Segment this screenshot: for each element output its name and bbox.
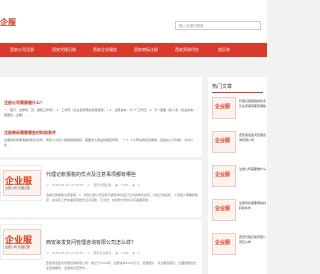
article-comments: 0: [137, 251, 140, 255]
article-category[interactable]: 西安企业服务: [93, 251, 111, 255]
sidebar: 热门文章 企业服 代理记账报税的优点及注意事项都有哪些 企业服 西安染发变问管理…: [208, 77, 267, 274]
article-thumbnail[interactable]: 企业服 注册公司·代理记账: [0, 165, 42, 201]
article-date: 2020-06-15 12:55:59: [51, 183, 84, 187]
nav-item-qualification[interactable]: 西安资质代办: [175, 43, 199, 57]
folder-icon: ▭: [87, 251, 91, 255]
sidebar-article[interactable]: 企业服 注册公司需要缴什么: [212, 165, 267, 191]
clock-icon: ◷: [46, 251, 49, 255]
article-views: 3405: [120, 251, 129, 255]
sidebar-article[interactable]: 企业服 西安染发变问管理咨询有限公司: [212, 131, 267, 157]
sidebar-thumbnail-text: 企业服: [215, 240, 231, 246]
sidebar-article[interactable]: 企业服 注册商标需要哪些材料和条件: [212, 199, 267, 225]
article-list: 注册公司需要缴什么？ 一、银行：法律有，另，报税工作间）：1、工商局（企业名称预…: [0, 77, 202, 274]
clock-icon: ◷: [46, 183, 49, 187]
article-views: 3405: [120, 183, 129, 187]
sidebar-article-title[interactable]: 注册公司需要缴什么: [239, 167, 267, 182]
sidebar-thumbnail-text: 企业服: [215, 206, 231, 212]
notice-title[interactable]: 注册公司需要缴什么？: [4, 100, 44, 106]
sidebar-thumbnail[interactable]: 企业服: [212, 233, 236, 255]
notice-title[interactable]: 注册商标需要哪些材料和条件: [4, 130, 56, 136]
article-title[interactable]: 代理记账报税的优点及注意事项都有哪些: [46, 171, 136, 178]
sidebar-article[interactable]: 企业服 西安代理记账有限公司怎么样: [212, 233, 267, 259]
article-title[interactable]: 西安染发变问管理咨询有限公司怎么样？: [46, 239, 136, 246]
sidebar-thumbnail[interactable]: 企业服: [212, 131, 236, 153]
sidebar-article-title[interactable]: 注册商标需要哪些材料和条件: [239, 201, 267, 216]
site-logo[interactable]: 企服: [0, 17, 16, 28]
divider: [0, 157, 202, 160]
sidebar-article-title[interactable]: 代理记账报税的优点及注意事项都有哪些: [239, 99, 267, 114]
article-excerpt: 选择记账报税注意事项：1、有些记账公司没有与委托单位签订正式的委托合同，对双方的…: [46, 193, 198, 202]
article-date: 2020-06-15 12:55:59: [51, 251, 84, 255]
nav-item-bookkeeping[interactable]: 西安代理记账: [52, 43, 76, 57]
article-meta: ◷ 2020-06-15 12:55:59 ▭ 西安企业服务 ◉ 3405 ▪ 0: [46, 251, 143, 255]
sidebar-article-title[interactable]: 西安代理记账有限公司怎么样: [239, 235, 267, 250]
notice-text: 注册商标所需准备材料及条件：申请人为法人或者其他组织，需要法人营业执照复印件；（…: [4, 138, 195, 147]
sidebar-thumbnail[interactable]: 企业服: [212, 199, 236, 221]
sidebar-thumbnail[interactable]: 企业服: [212, 97, 236, 119]
article-excerpt: 西安染发变问管理咨询有限公司，成立于2016年，注册资本1000万元，管理团队、…: [46, 261, 197, 270]
sidebar-article[interactable]: 企业服 代理记账报税的优点及注意事项都有哪些: [212, 97, 267, 123]
search-input[interactable]: 输入关键词搜索...: [175, 21, 261, 30]
nav-item-enterprise-services[interactable]: 西安企业服务: [93, 43, 117, 57]
article-comments: 0: [137, 183, 140, 187]
folder-icon: ▭: [87, 183, 91, 187]
eye-icon: ◉: [115, 251, 118, 255]
nav-item-company-registration[interactable]: 西安公司注册: [10, 43, 34, 57]
sidebar-heading: 热门文章: [212, 84, 233, 90]
article-category[interactable]: 西安代理记账: [93, 183, 111, 187]
thumbnail-subtext: 注册公司·代理记账: [5, 245, 30, 249]
notice-text: 一、银行：法律有，另，报税工作间）：1、工商局（企业名称预先核准通知）；2、注册…: [4, 108, 197, 117]
site-header: 企服 输入关键词搜索...: [0, 0, 267, 43]
sidebar-heading-underline: [212, 92, 263, 93]
comment-icon: ▪: [132, 251, 135, 255]
divider: [0, 217, 202, 220]
nav-item-trademark[interactable]: 西安商标注册: [134, 43, 158, 57]
sidebar-article-title[interactable]: 西安染发变问管理咨询有限公司: [239, 133, 267, 148]
sidebar-thumbnail-text: 企业服: [215, 172, 231, 178]
comment-icon: ▪: [132, 183, 135, 187]
sidebar-thumbnail[interactable]: 企业服: [212, 165, 236, 187]
article-meta: ◷ 2020-06-15 12:55:59 ▭ 西安代理记账 ◉ 3405 ▪ 0: [46, 183, 143, 187]
eye-icon: ◉: [115, 183, 118, 187]
main-nav: 西安公司注册 西安代理记账 西安企业服务 西安商标注册 西安资质代办 首页本: [0, 43, 267, 57]
article-thumbnail[interactable]: 企业服 注册公司·代理记账: [0, 224, 42, 260]
sidebar-thumbnail-text: 企业服: [215, 138, 231, 144]
nav-item-home[interactable]: 首页本: [218, 43, 230, 57]
thumbnail-subtext: 注册公司·代理记账: [5, 186, 30, 190]
sidebar-thumbnail-text: 企业服: [215, 104, 231, 110]
